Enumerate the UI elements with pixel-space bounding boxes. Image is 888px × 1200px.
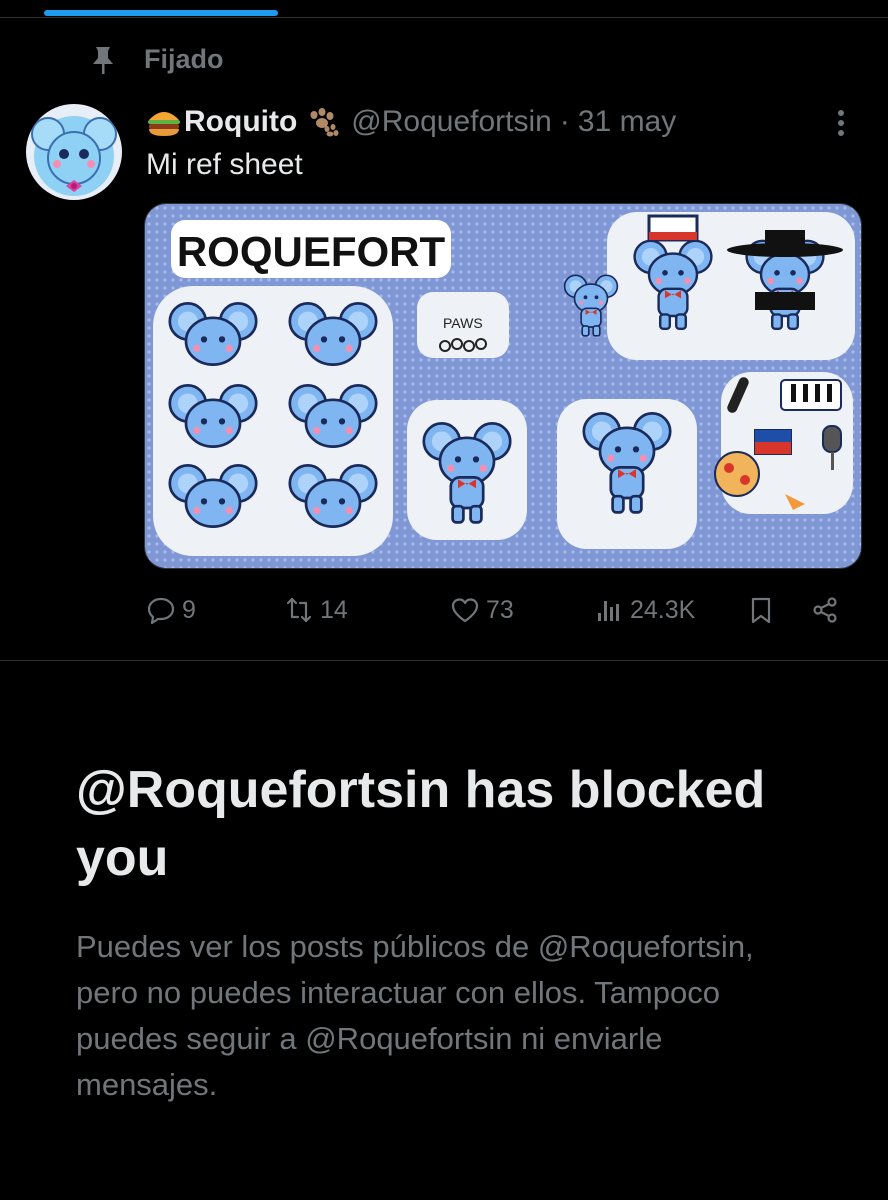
avatar[interactable] [26,104,122,200]
svg-text:PAWS: PAWS [443,315,483,331]
reply-icon [147,597,175,625]
pinned-label: Fijado [144,44,224,74]
reply-button[interactable]: 9 [146,590,196,630]
views-icon [598,601,619,621]
repost-icon [286,597,312,623]
bookmark-icon [751,597,771,624]
avatar-image [26,104,122,200]
share-icon [813,597,837,623]
tweet-media[interactable]: ROQUEFORT PAWS [144,203,862,569]
paw-prints-icon [310,108,339,137]
blocked-description: Puedes ver los posts públicos de @Roquef… [76,929,754,1102]
user-handle[interactable]: @Roquefortsin [351,105,552,139]
section-divider [0,660,888,661]
heart-icon [451,598,479,623]
reply-count: 9 [182,595,196,624]
tweet-text: Mi ref sheet [146,148,303,181]
display-name[interactable]: Roquito [184,105,297,139]
repost-button[interactable]: 14 [284,590,348,630]
pin-icon [93,46,113,74]
separator-dot: · [559,105,570,138]
svg-text:ROQUEFORT: ROQUEFORT [177,228,446,275]
reference-sheet-image: ROQUEFORT PAWS [145,204,861,568]
tweet-date[interactable]: 31 may [578,105,676,139]
views-button[interactable]: 24.3K [594,590,695,630]
like-button[interactable]: 73 [450,590,514,630]
views-count: 24.3K [630,595,696,624]
like-count: 73 [486,595,514,624]
share-button[interactable] [810,590,840,630]
top-divider [0,17,888,18]
more-options-icon[interactable] [833,108,849,138]
active-tab-indicator [44,10,278,16]
blocked-title: @Roquefortsin has blocked you [76,761,766,887]
tweet-header: Roquito @Roquefortsin · 31 may [146,104,676,140]
repost-count: 14 [320,595,348,624]
burger-icon [148,112,180,136]
bookmark-button[interactable] [746,590,776,630]
pinned-label-row: Fijado [90,44,224,75]
tweet-actions: 9 14 73 24.3K [0,590,888,630]
